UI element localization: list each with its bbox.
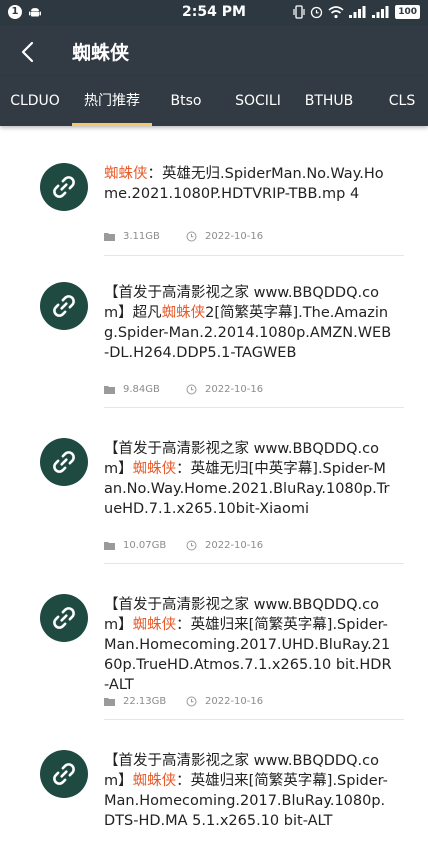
tab-bar: CLDUO 热门推荐 Btso SOCILI BTHUB CLS <box>0 76 428 126</box>
link-icon <box>53 763 75 785</box>
title-highlight: 蜘蛛侠 <box>132 461 177 477</box>
list-item[interactable]: 【首发于高清影视之家 www.BBQDDQ.com】蜘蛛侠：英雄归来[简繁英字幕… <box>0 744 428 850</box>
status-bar: 1 2:54 PM 100 <box>0 0 428 26</box>
divider <box>104 719 404 720</box>
wifi-icon <box>328 6 344 19</box>
tab-btso[interactable]: Btso <box>160 76 212 126</box>
tab-indicator <box>72 123 152 126</box>
folder-icon <box>104 233 115 241</box>
folder-icon <box>104 698 115 706</box>
clock-icon <box>186 540 197 551</box>
file-size: 22.13GB <box>104 696 186 707</box>
item-title: 【首发于高清影视之家 www.BBQDDQ.com】蜘蛛侠：英雄归来[简繁英字幕… <box>104 595 394 695</box>
tab-clduo[interactable]: CLDUO <box>2 76 68 126</box>
file-date: 2022-10-16 <box>186 231 263 242</box>
file-size-value: 3.11GB <box>123 231 160 242</box>
avatar <box>40 438 88 486</box>
file-date-value: 2022-10-16 <box>205 540 264 551</box>
list-item[interactable]: 蜘蛛侠：英雄无归.SpiderMan.No.Way.Home.2021.1080… <box>0 156 428 286</box>
title-highlight: 蜘蛛侠 <box>161 305 206 321</box>
battery-icon: 100 <box>395 5 420 19</box>
item-title: 【首发于高清影视之家 www.BBQDDQ.com】超凡蜘蛛侠2[简繁英字幕].… <box>104 283 394 363</box>
file-size-value: 9.84GB <box>123 384 160 395</box>
file-size: 10.07GB <box>104 540 186 551</box>
file-size: 3.11GB <box>104 231 186 242</box>
tab-hot-recommend[interactable]: 热门推荐 <box>72 76 152 126</box>
divider <box>104 563 404 564</box>
alarm-icon <box>311 6 323 19</box>
folder-icon <box>104 386 115 394</box>
link-icon <box>53 295 75 317</box>
file-date: 2022-10-16 <box>186 696 263 707</box>
link-icon <box>53 451 75 473</box>
file-date-value: 2022-10-16 <box>205 231 264 242</box>
file-size-value: 22.13GB <box>123 696 167 707</box>
avatar <box>40 282 88 330</box>
item-title: 蜘蛛侠：英雄无归.SpiderMan.No.Way.Home.2021.1080… <box>104 164 394 204</box>
file-date: 2022-10-16 <box>186 384 263 395</box>
vibrate-icon <box>293 5 305 19</box>
tab-cls[interactable]: CLS <box>382 76 422 126</box>
title-highlight: 蜘蛛侠 <box>104 166 148 182</box>
back-arrow-icon <box>21 41 34 63</box>
avatar <box>40 594 88 642</box>
item-meta: 3.11GB 2022-10-16 <box>104 231 263 242</box>
item-title: 【首发于高清影视之家 www.BBQDDQ.com】蜘蛛侠：英雄归来[简繁英字幕… <box>104 751 394 831</box>
clock-icon <box>186 231 197 242</box>
item-meta: 10.07GB 2022-10-16 <box>104 540 263 551</box>
clock-icon <box>186 384 197 395</box>
list-item[interactable]: 【首发于高清影视之家 www.BBQDDQ.com】蜘蛛侠：英雄无归[中英字幕]… <box>0 432 428 592</box>
link-icon <box>53 176 75 198</box>
clock-icon <box>186 696 197 707</box>
item-meta: 9.84GB 2022-10-16 <box>104 384 263 395</box>
signal-icon-2 <box>372 6 389 18</box>
item-meta: 22.13GB 2022-10-16 <box>104 696 263 707</box>
list-item[interactable]: 【首发于高清影视之家 www.BBQDDQ.com】超凡蜘蛛侠2[简繁英字幕].… <box>0 276 428 436</box>
file-size: 9.84GB <box>104 384 186 395</box>
file-size-value: 10.07GB <box>123 540 167 551</box>
tab-socili[interactable]: SOCILI <box>230 76 286 126</box>
title-highlight: 蜘蛛侠 <box>132 773 177 789</box>
file-date-value: 2022-10-16 <box>205 384 264 395</box>
signal-icon <box>349 6 366 18</box>
file-date: 2022-10-16 <box>186 540 263 551</box>
tab-bthub[interactable]: BTHUB <box>300 76 358 126</box>
back-button[interactable] <box>14 38 42 66</box>
app-bar: 蜘蛛侠 <box>0 26 428 76</box>
link-icon <box>53 607 75 629</box>
avatar <box>40 750 88 798</box>
list-item[interactable]: 【首发于高清影视之家 www.BBQDDQ.com】蜘蛛侠：英雄归来[简繁英字幕… <box>0 588 428 748</box>
status-bar-right: 100 <box>293 5 420 19</box>
folder-icon <box>104 542 115 550</box>
item-title: 【首发于高清影视之家 www.BBQDDQ.com】蜘蛛侠：英雄无归[中英字幕]… <box>104 439 394 519</box>
file-date-value: 2022-10-16 <box>205 696 264 707</box>
avatar <box>40 163 88 211</box>
divider <box>104 407 404 408</box>
divider <box>104 255 404 256</box>
page-title: 蜘蛛侠 <box>72 42 130 64</box>
title-highlight: 蜘蛛侠 <box>132 617 177 633</box>
